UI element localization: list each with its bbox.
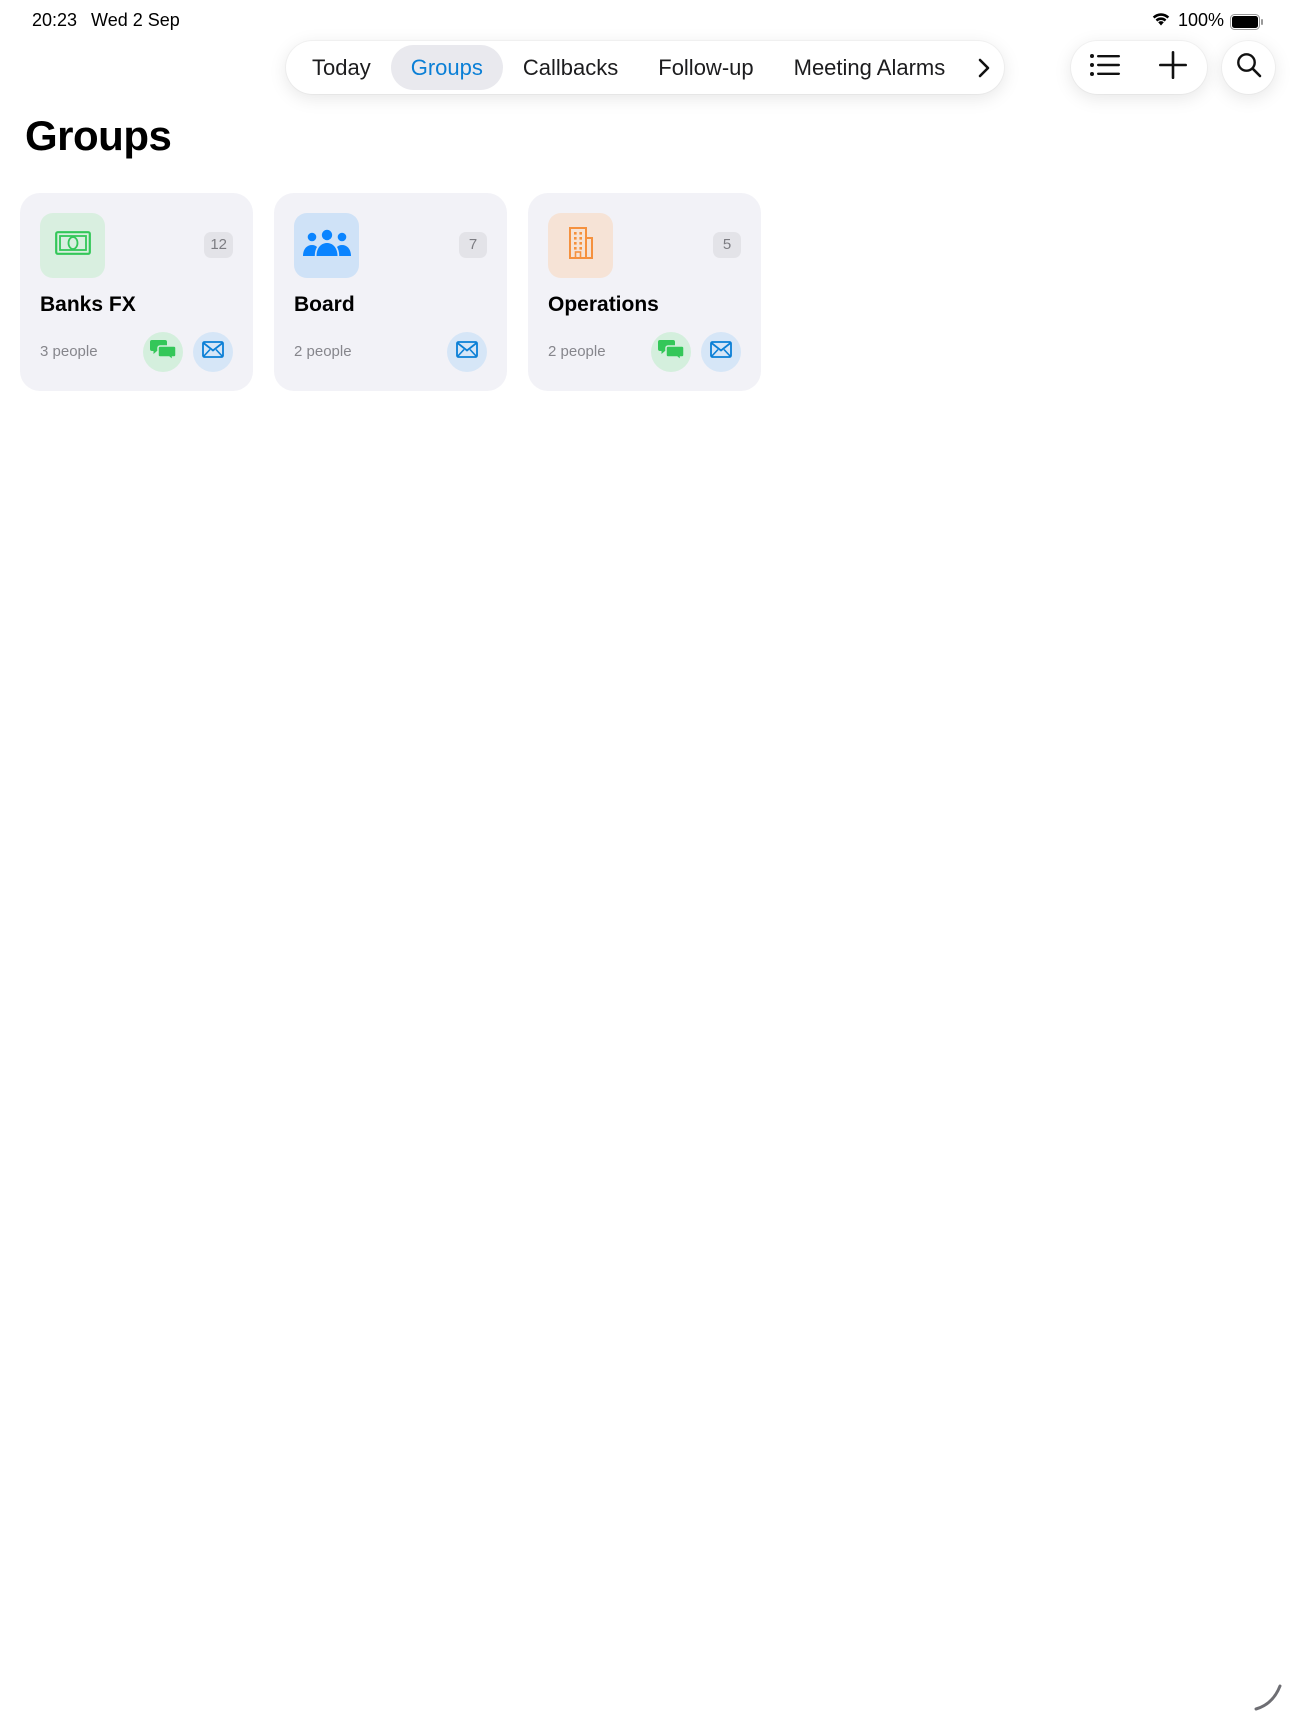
tab-label: Meeting Alarms	[793, 54, 946, 80]
status-bar-right: 100%	[1150, 8, 1264, 32]
mail-button[interactable]	[701, 332, 741, 372]
status-bar-left: 20:23 Wed 2 Sep	[32, 8, 180, 32]
list-icon	[1089, 53, 1121, 82]
group-people-count: 2 people	[294, 343, 352, 360]
tab-today[interactable]: Today	[292, 45, 391, 90]
count-badge: 7	[459, 232, 487, 258]
group-actions	[651, 332, 741, 372]
tab-label: Follow-up	[658, 54, 754, 80]
tab-meeting-alarms[interactable]: Meeting Alarms	[774, 45, 966, 90]
group-card-banks-fx[interactable]: 12 Banks FX 3 people	[20, 193, 253, 391]
mail-button[interactable]	[193, 332, 233, 372]
wifi-icon	[1150, 8, 1172, 32]
tab-label: Today	[312, 54, 371, 80]
tab-follow-up[interactable]: Follow-up	[638, 45, 773, 90]
message-button[interactable]	[651, 332, 691, 372]
group-actions	[143, 332, 233, 372]
tab-bar: Today Groups Callbacks Follow-up Meeting…	[286, 41, 1004, 94]
envelope-icon	[710, 341, 732, 363]
tab-groups[interactable]: Groups	[390, 45, 503, 90]
building-icon	[567, 226, 595, 265]
mail-button[interactable]	[447, 332, 487, 372]
group-name: Operations	[548, 293, 659, 316]
group-card-board[interactable]: 7 Board 2 people	[274, 193, 507, 391]
message-bubbles-icon	[150, 339, 177, 366]
count-badge: 5	[713, 232, 741, 258]
envelope-icon	[456, 341, 478, 363]
groups-grid: 12 Banks FX 3 people 7 Board 2 people 5 …	[20, 193, 761, 391]
plus-icon	[1158, 50, 1188, 85]
tab-callbacks[interactable]: Callbacks	[503, 45, 638, 90]
group-name: Board	[294, 293, 355, 316]
tab-label: Groups	[410, 54, 483, 80]
chevron-right-icon[interactable]	[969, 45, 998, 90]
page-title: Groups	[25, 112, 172, 159]
message-bubbles-icon	[658, 339, 685, 366]
group-icon-tile	[294, 213, 359, 278]
group-icon-tile	[548, 213, 613, 278]
status-time: 20:23	[32, 10, 78, 30]
banknote-icon	[54, 231, 91, 260]
people-icon	[302, 229, 352, 262]
group-people-count: 2 people	[548, 343, 606, 360]
battery-percent: 100%	[1177, 10, 1224, 30]
search-icon	[1236, 52, 1262, 83]
group-icon-tile	[40, 213, 105, 278]
battery-icon	[1230, 12, 1264, 30]
status-date: Wed 2 Sep	[91, 10, 180, 30]
app-screen: 20:23 Wed 2 Sep 100% Today Groups Callba…	[0, 0, 1290, 1720]
count-badge: 12	[204, 232, 233, 258]
add-button[interactable]	[1147, 41, 1199, 94]
envelope-icon	[202, 341, 224, 363]
action-pill	[1071, 41, 1207, 94]
group-people-count: 3 people	[40, 343, 98, 360]
group-actions	[447, 332, 487, 372]
search-button[interactable]	[1222, 41, 1275, 94]
tab-label: Callbacks	[522, 54, 619, 80]
message-button[interactable]	[143, 332, 183, 372]
group-card-operations[interactable]: 5 Operations 2 people	[528, 193, 761, 391]
list-button[interactable]	[1079, 41, 1131, 94]
group-name: Banks FX	[40, 293, 136, 316]
pencil-hover-indicator	[1253, 1682, 1283, 1717]
